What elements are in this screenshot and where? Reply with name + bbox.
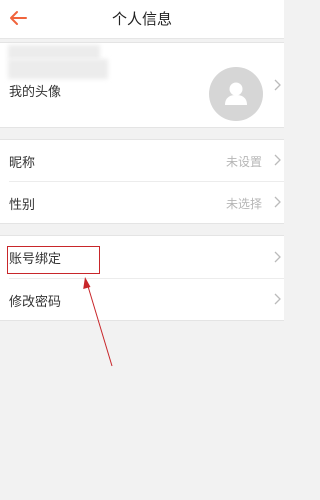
avatar-row[interactable]: 我的头像	[0, 43, 284, 127]
chevron-right-icon	[274, 154, 281, 166]
chevron-right-icon	[274, 196, 281, 208]
page-title: 个人信息	[111, 10, 172, 28]
nickname-label: 昵称	[9, 156, 36, 171]
gender-row[interactable]: 性别 未选择	[0, 182, 284, 223]
basic-info-section: 昵称 未设置 性别 未选择	[0, 139, 284, 224]
top-bar: 个人信息	[0, 0, 284, 39]
change-password-label: 修改密码	[9, 295, 62, 310]
chevron-right-icon	[274, 251, 281, 263]
profile-section: 我的头像	[0, 42, 284, 128]
nickname-row[interactable]: 昵称 未设置	[0, 140, 284, 181]
gender-label: 性别	[9, 198, 36, 213]
chevron-right-icon	[274, 293, 281, 305]
avatar[interactable]	[209, 67, 263, 121]
nickname-value: 未设置	[225, 155, 262, 169]
avatar-label: 我的头像	[9, 85, 62, 100]
gender-value: 未选择	[225, 197, 262, 211]
chevron-right-icon	[274, 79, 281, 91]
user-avatar-icon	[225, 82, 247, 105]
change-password-row[interactable]: 修改密码	[0, 279, 284, 320]
annotation-highlight-box	[7, 246, 100, 274]
